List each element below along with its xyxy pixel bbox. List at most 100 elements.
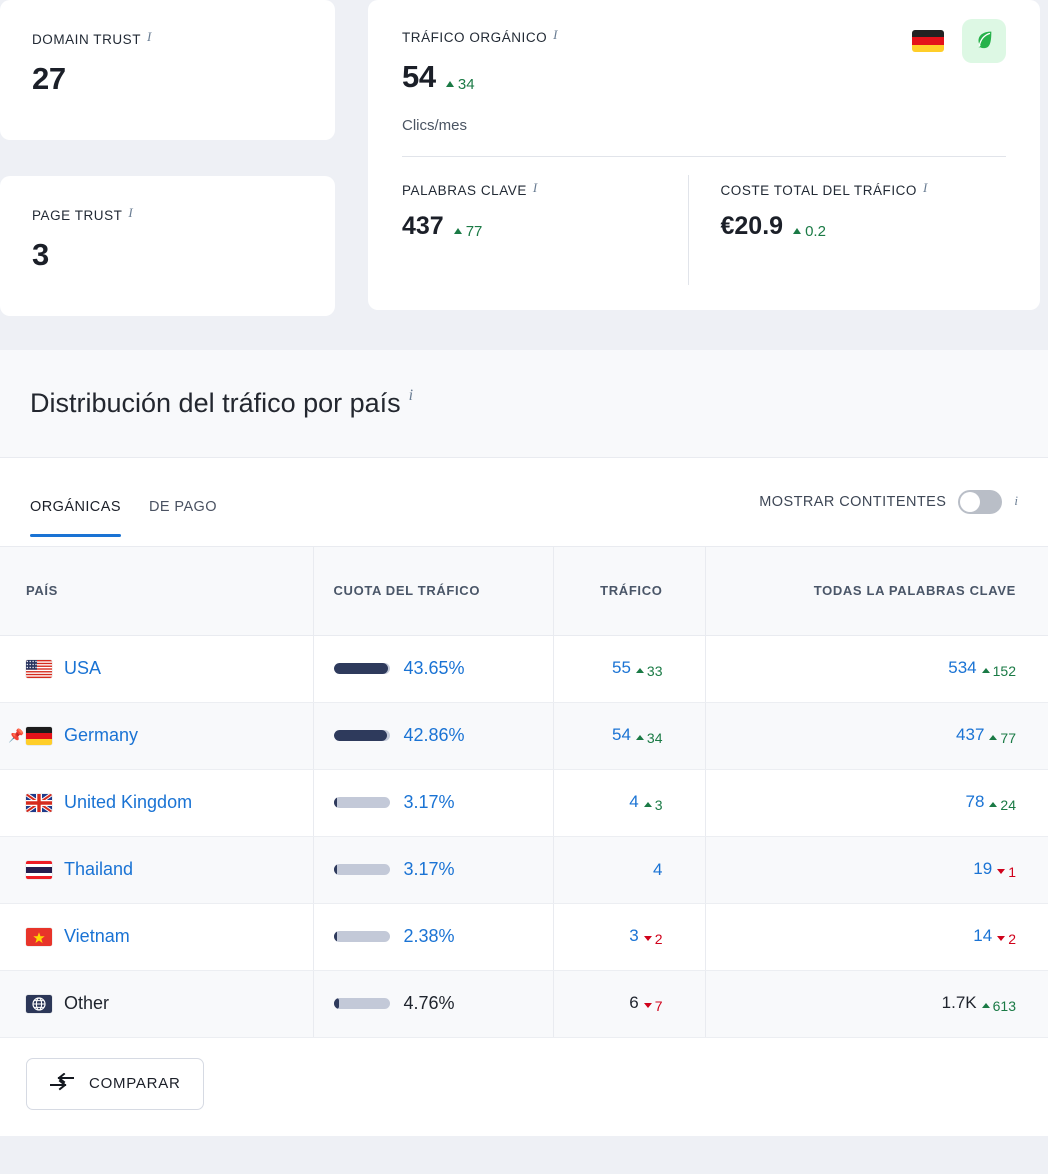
keywords-value[interactable]: 14 [973, 926, 992, 945]
card-divider [402, 156, 1006, 157]
column-header-cuota[interactable]: CUOTA DEL TRÁFICO [313, 547, 554, 636]
country-name[interactable]: Vietnam [64, 926, 130, 947]
table-row[interactable]: Thailand 3.17% 4 19 1 [0, 836, 1048, 904]
traffic-share-cell: 2.38% [333, 926, 535, 947]
info-icon[interactable]: i [147, 30, 152, 43]
cell-delta-value: 2 [1008, 930, 1016, 947]
table-row[interactable]: Other 4.76% 67 1.7K 613 [0, 970, 1048, 1038]
cell-delta: 77 [989, 730, 1016, 746]
triangle-up-icon [981, 668, 990, 674]
country-name[interactable]: USA [64, 658, 101, 679]
cell-country: Thailand [0, 836, 314, 904]
th-flag-icon [26, 860, 52, 879]
table-row[interactable]: 📌 Germany 42.86% 54 34 437 77 [0, 702, 1048, 770]
column-header-keywords[interactable]: TODAS LA PALABRAS CLAVE [705, 547, 1048, 636]
traffic-cost-value: €20.9 [720, 212, 784, 240]
cell-country: USA [0, 635, 314, 703]
cell-country: Other [0, 970, 314, 1038]
cell-traffic: 4 [553, 836, 706, 904]
compare-button[interactable]: COMPARAR [26, 1057, 204, 1110]
column-header-pais[interactable]: PAÍS [0, 547, 314, 636]
cell-traffic-share: 3.17% [313, 769, 554, 837]
cell-traffic: 67 [553, 970, 706, 1038]
cell-traffic: 43 [553, 769, 706, 837]
info-icon[interactable]: i [1014, 494, 1018, 507]
vn-flag-icon [26, 927, 52, 946]
cell-keywords: 14 2 [705, 903, 1048, 971]
trust-cards-column: DOMAIN TRUST i 27 PAGE TRUST i 3 [0, 0, 335, 350]
traffic-share-pct: 42.86% [403, 725, 465, 745]
table-row[interactable]: USA 43.65% 55 33 534 152 [0, 635, 1048, 703]
metrics-overview: DOMAIN TRUST i 27 PAGE TRUST i 3 [0, 0, 1048, 350]
show-continents-control: MOSTRAR CONTITENTES i [759, 490, 1018, 514]
traffic-value[interactable]: 54 [612, 725, 631, 744]
table-row[interactable]: United Kingdom 3.17% 43 78 24 [0, 769, 1048, 837]
cell-keywords: 437 77 [705, 702, 1048, 770]
triangle-up-icon [981, 1003, 990, 1009]
table-footer: COMPARAR [0, 1037, 1048, 1136]
traffic-cost-label: COSTE TOTAL DEL TRÁFICO i [721, 181, 1007, 198]
traffic-share-pct: 3.17% [403, 792, 455, 812]
keywords-value[interactable]: 19 [973, 859, 992, 878]
compare-arrows-icon [49, 1072, 75, 1095]
cell-traffic: 55 33 [553, 635, 706, 703]
cell-delta: 7 [643, 998, 663, 1014]
triangle-down-icon [643, 936, 652, 942]
country-name[interactable]: Germany [64, 725, 138, 746]
cell-traffic-share: 2.38% [313, 903, 554, 971]
column-header-trafico[interactable]: TRÁFICO [553, 547, 706, 636]
traffic-share-cell: 43.65% [333, 658, 535, 679]
triangle-up-icon [793, 228, 802, 234]
cell-delta: 33 [635, 663, 663, 679]
traffic-value[interactable]: 3 [629, 926, 638, 945]
traffic-share-bar-fill [333, 864, 338, 875]
cell-country: United Kingdom [0, 769, 314, 837]
traffic-value[interactable]: 55 [612, 658, 631, 677]
show-continents-toggle[interactable] [958, 490, 1003, 514]
triangle-down-icon [997, 869, 1006, 875]
traffic-share-cell: 3.17% [333, 792, 535, 813]
traffic-share-pct: 43.65% [403, 658, 465, 678]
traffic-share-bar [333, 663, 390, 674]
domain-trust-label: DOMAIN TRUST i [32, 30, 335, 47]
country-name[interactable]: United Kingdom [64, 792, 192, 813]
info-icon[interactable]: i [923, 181, 928, 194]
traffic-share-cell: 3.17% [333, 859, 535, 880]
cell-delta: 152 [981, 663, 1016, 679]
country-name[interactable]: Thailand [64, 859, 133, 880]
page-bottom-strip [0, 1135, 1048, 1152]
country-traffic-table: PAÍS CUOTA DEL TRÁFICO TRÁFICO TODAS LA … [0, 547, 1048, 1038]
organic-traffic-value: 54 [402, 59, 436, 94]
keywords-value[interactable]: 437 [956, 725, 984, 744]
info-icon[interactable]: i [533, 181, 538, 194]
us-flag-icon [26, 659, 52, 678]
traffic-value[interactable]: 4 [653, 860, 662, 879]
info-icon[interactable]: i [409, 388, 413, 404]
cell-keywords: 19 1 [705, 836, 1048, 904]
keywords-value[interactable]: 78 [966, 792, 985, 811]
leaf-badge[interactable] [962, 19, 1006, 63]
triangle-down-icon [643, 1003, 652, 1009]
keywords-label-text: PALABRAS CLAVE [402, 183, 527, 198]
cell-traffic: 54 34 [553, 702, 706, 770]
leaf-icon [973, 28, 995, 55]
traffic-value[interactable]: 4 [629, 792, 638, 811]
traffic-share-pct: 3.17% [403, 859, 455, 879]
table-row[interactable]: Vietnam 2.38% 3 2 14 2 [0, 903, 1048, 971]
tab-de-pago[interactable]: DE PAGO [149, 499, 217, 527]
pin-icon[interactable]: 📌 [8, 728, 24, 744]
traffic-share-pct: 2.38% [403, 926, 455, 946]
triangle-up-icon [989, 802, 998, 808]
info-icon[interactable]: i [553, 28, 558, 41]
traffic-card-column: TRÁFICO ORGÁNICO i 54 34 [368, 0, 1040, 324]
traffic-share-bar-fill [333, 663, 388, 674]
tab-list: ORGÁNICAS DE PAGO [30, 458, 217, 546]
tab-organicas[interactable]: ORGÁNICAS [30, 499, 121, 537]
cell-traffic-share: 42.86% [313, 702, 554, 770]
keywords-value[interactable]: 534 [948, 658, 976, 677]
de-flag-icon [26, 726, 52, 745]
info-icon[interactable]: i [128, 206, 133, 219]
cell-traffic-share: 4.76% [313, 970, 554, 1038]
triangle-up-icon [989, 735, 998, 741]
cell-keywords: 534 152 [705, 635, 1048, 703]
